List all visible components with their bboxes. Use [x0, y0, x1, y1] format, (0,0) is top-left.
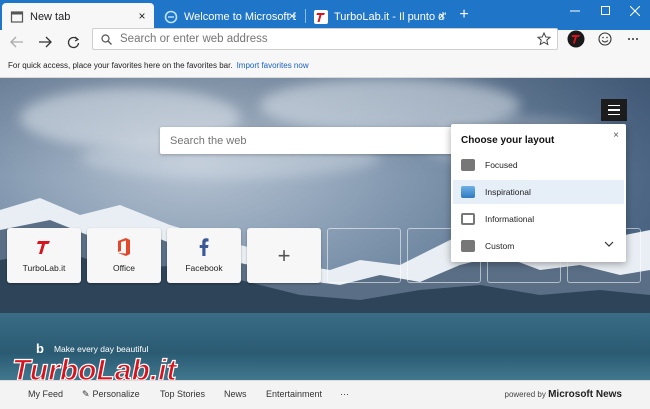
close-window-button[interactable] [620, 0, 650, 22]
web-search-input[interactable] [170, 134, 440, 147]
star-icon[interactable] [537, 32, 551, 46]
close-icon[interactable]: × [436, 10, 448, 22]
layout-popup: Choose your layout × Focused Inspiration… [451, 124, 626, 262]
pencil-icon [461, 240, 475, 252]
empty-tile [327, 228, 401, 283]
pencil-icon: ✎ [82, 389, 90, 399]
close-icon[interactable]: × [136, 10, 148, 22]
feed-more-button[interactable]: ··· [340, 389, 349, 399]
hamburger-icon [608, 104, 620, 107]
refresh-icon [67, 36, 79, 48]
powered-brand: Microsoft News [548, 389, 622, 400]
new-tab-page-icon [10, 10, 24, 23]
forward-icon [39, 36, 52, 48]
turbolab-icon [314, 9, 328, 24]
tile-label: Office [112, 263, 136, 273]
feed-tab-my-feed[interactable]: My Feed [28, 389, 63, 399]
refresh-button[interactable] [62, 32, 84, 52]
quick-link-office[interactable]: Office [87, 228, 161, 283]
office-icon [118, 238, 130, 256]
profile-button[interactable] [566, 30, 586, 48]
layout-option-inspirational[interactable]: Inspirational [453, 180, 624, 204]
layout-inspirational-icon [461, 186, 475, 198]
tab-title: New tab [30, 10, 71, 23]
popup-title: Choose your layout [461, 135, 555, 146]
address-input[interactable] [120, 33, 530, 45]
layout-option-focused[interactable]: Focused [453, 153, 624, 177]
facebook-icon [199, 238, 209, 256]
layout-option-informational[interactable]: Informational [453, 207, 624, 231]
tab-new-tab[interactable]: New tab × [2, 3, 154, 30]
edge-icon [164, 10, 178, 23]
layout-option-custom[interactable]: Custom [453, 234, 624, 258]
layout-informational-icon [461, 213, 475, 225]
turbolab-icon [37, 241, 50, 254]
quick-link-turbolab[interactable]: TurboLab.it [7, 228, 81, 283]
plus-icon: + [277, 242, 291, 268]
address-bar[interactable] [92, 28, 558, 50]
minimize-button[interactable] [560, 0, 590, 22]
add-quick-link-button[interactable]: + [247, 228, 321, 283]
import-favorites-link[interactable]: Import favorites now [237, 61, 309, 70]
hamburger-icon [608, 113, 620, 116]
search-icon [101, 33, 112, 45]
tab-title: TurboLab.it - Il punto d'incontro [334, 10, 446, 23]
favorites-hint: For quick access, place your favorites h… [8, 61, 233, 70]
title-bar: New tab × Welcome to Microsoft Edge Dev … [0, 0, 650, 30]
forward-button[interactable] [34, 32, 56, 52]
maximize-icon [601, 6, 610, 15]
close-icon[interactable]: × [613, 130, 619, 141]
feed-tab-label: Personalize [92, 389, 140, 399]
hamburger-icon [608, 109, 620, 111]
powered-prefix: powered by [504, 390, 546, 399]
close-icon[interactable]: × [286, 10, 298, 22]
option-label: Informational [485, 214, 535, 224]
feed-tab-top-stories[interactable]: Top Stories [160, 389, 205, 399]
feed-tab-entertainment[interactable]: Entertainment [266, 389, 322, 399]
feed-tab-personalize[interactable]: ✎ Personalize [82, 389, 140, 400]
maximize-button[interactable] [591, 0, 621, 22]
tab-title: Welcome to Microsoft Edge Dev [184, 10, 296, 23]
close-window-icon [630, 6, 640, 16]
minimize-icon [570, 10, 580, 12]
tab-welcome[interactable]: Welcome to Microsoft Edge Dev × [156, 3, 304, 30]
emoji-icon [598, 32, 612, 46]
more-button[interactable] [623, 30, 643, 48]
favorites-bar: For quick access, place your favorites h… [0, 54, 650, 78]
news-feed-bar: My Feed ✎ Personalize Top Stories News En… [0, 380, 650, 409]
more-icon [628, 38, 638, 40]
tile-label: Facebook [185, 263, 223, 273]
back-button[interactable] [6, 32, 28, 52]
profile-icon [567, 30, 585, 48]
powered-by: powered by Microsoft News [505, 389, 623, 400]
web-search-box[interactable] [160, 127, 465, 154]
emoji-button[interactable] [595, 30, 615, 48]
quick-link-facebook[interactable]: Facebook [167, 228, 241, 283]
option-label: Focused [485, 160, 518, 170]
layout-focused-icon [461, 159, 475, 171]
page-settings-button[interactable] [601, 99, 627, 121]
option-label: Custom [485, 241, 515, 251]
option-label: Inspirational [485, 187, 531, 197]
feed-tab-news[interactable]: News [224, 389, 247, 399]
tile-label: TurboLab.it [22, 263, 66, 273]
chevron-down-icon[interactable] [604, 241, 614, 247]
new-tab-button[interactable]: + [456, 6, 472, 24]
back-icon [10, 36, 23, 48]
tab-turbolab[interactable]: TurboLab.it - Il punto d'incontro × [306, 3, 454, 30]
